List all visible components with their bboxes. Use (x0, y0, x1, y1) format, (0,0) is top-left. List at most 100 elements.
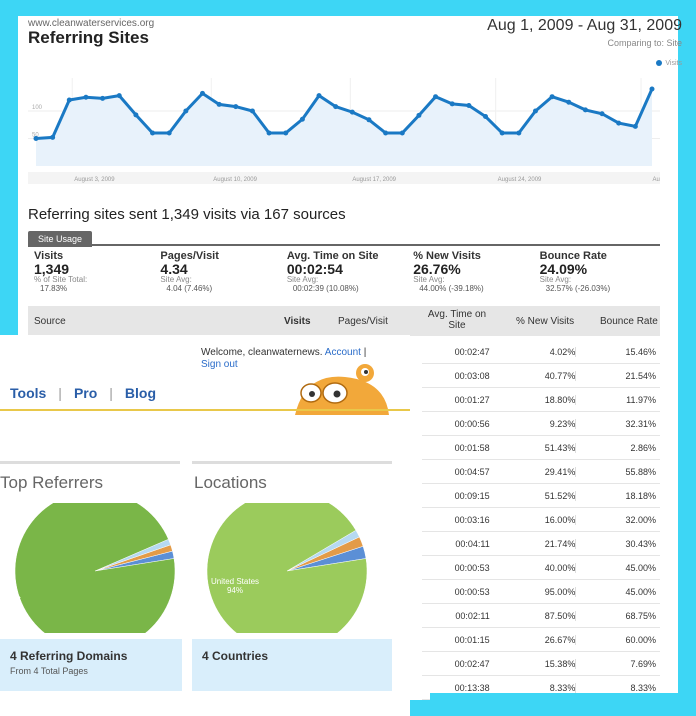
cell-bounce-rate: 15.46% (575, 346, 660, 357)
card-divider (0, 461, 180, 464)
visits-point (333, 104, 339, 110)
table-row[interactable]: 00:03:08 40.77% 21.54% (422, 364, 660, 388)
table-row[interactable]: 00:00:53 40.00% 45.00% (422, 556, 660, 580)
cell-bounce-rate: 68.75% (575, 610, 660, 621)
metric-new-visits: % New Visits 26.76% Site Avg: 44.00% (-3… (407, 250, 533, 293)
x-tick-label: August 17, 2009 (352, 177, 396, 183)
nav-tools[interactable]: Tools (10, 385, 46, 401)
metric-sub2: 17.83% (40, 284, 68, 293)
background-strip (430, 693, 696, 716)
col-new-visits[interactable]: % New Visits (516, 316, 574, 327)
col-avg-time[interactable]: Avg. Time on Site (426, 309, 488, 331)
cell-new-visits: 18.80% (544, 394, 576, 405)
nav-blog[interactable]: Blog (125, 385, 156, 401)
visits-point (216, 101, 222, 107)
cell-new-visits: 9.23% (549, 418, 576, 429)
table-row[interactable]: 00:02:47 15.38% 7.69% (422, 652, 660, 676)
visits-point (283, 130, 289, 136)
metric-sub: Site Avg: (413, 275, 445, 284)
table-row[interactable]: 00:00:53 95.00% 45.00% (422, 580, 660, 604)
cell-bounce-rate: 32.31% (575, 418, 660, 429)
visits-point (483, 114, 489, 119)
x-tick-label: August 3, 2009 (74, 177, 115, 183)
cell-avg-time: 00:09:15 (454, 490, 490, 501)
locations-pie-chart (206, 503, 368, 633)
cell-avg-time: 00:01:27 (454, 394, 490, 405)
report-title: Referring Sites (28, 28, 149, 47)
cell-new-visits: 16.00% (544, 514, 576, 525)
metric-visits: Visits 1,349 % of Site Total: 17.83% (28, 250, 154, 293)
total-pages: From 4 Total Pages (10, 666, 88, 676)
visits-point (499, 130, 505, 136)
table-row[interactable]: 00:09:15 51.52% 18.18% (422, 484, 660, 508)
metric-sub: Site Avg: (160, 275, 192, 284)
col-bounce-rate[interactable]: Bounce Rate (600, 316, 658, 327)
nav-pro[interactable]: Pro (74, 385, 97, 401)
visits-point (366, 117, 372, 123)
pie-label: Direct 96% (0, 595, 21, 613)
visits-point (349, 109, 355, 115)
visits-point (183, 108, 189, 114)
visits-point (133, 112, 139, 118)
visits-point (399, 130, 405, 136)
referring-domains-box[interactable]: 4 Referring Domains From 4 Total Pages (0, 639, 182, 691)
table-row[interactable]: 00:04:11 21.74% 30.43% (422, 532, 660, 556)
cell-bounce-rate: 21.54% (575, 370, 660, 381)
locations-title: Locations (194, 473, 267, 492)
main-nav: Tools | Pro | Blog (10, 385, 157, 401)
visits-point (66, 97, 72, 103)
account-link[interactable]: Account (325, 347, 361, 358)
table-row[interactable]: 00:00:56 9.23% 32.31% (422, 412, 660, 436)
metrics-row: Visits 1,349 % of Site Total: 17.83% Pag… (28, 250, 660, 293)
cell-avg-time: 00:02:47 (454, 346, 490, 357)
cell-new-visits: 51.52% (544, 490, 576, 501)
cell-bounce-rate: 7.69% (575, 658, 660, 669)
metric-avg-time: Avg. Time on Site 00:02:54 Site Avg: 00:… (281, 250, 407, 293)
y-tick-label: 100 (32, 105, 43, 111)
signout-link[interactable]: Sign out (201, 359, 238, 370)
col-source[interactable]: Source (34, 316, 66, 327)
visits-point (383, 130, 389, 136)
table-row[interactable]: 00:04:57 29.41% 55.88% (422, 460, 660, 484)
metric-sub: Site Avg: (539, 275, 572, 284)
metric-value: 1,349 (34, 261, 70, 277)
cell-bounce-rate: 11.97% (575, 394, 660, 405)
visits-point (449, 101, 455, 107)
cell-new-visits: 21.74% (544, 538, 576, 549)
date-range[interactable]: Aug 1, 2009 - Aug 31, 2009 (487, 17, 682, 35)
visits-point (549, 94, 555, 100)
cell-bounce-rate: 45.00% (575, 562, 660, 573)
referring-domains-count: 4 Referring Domains (10, 649, 128, 663)
visits-point (566, 99, 572, 105)
visits-point (632, 123, 638, 129)
x-axis-band (28, 172, 660, 184)
cell-avg-time: 00:01:15 (454, 634, 490, 645)
table-row[interactable]: 00:01:27 18.80% 11.97% (422, 388, 660, 412)
visits-point (649, 86, 655, 92)
metric-value: 24.09% (539, 261, 588, 277)
col-visits[interactable]: Visits (284, 316, 311, 327)
visits-point (233, 104, 239, 110)
table-row[interactable]: 00:02:11 87.50% 68.75% (422, 604, 660, 628)
col-pages-visit[interactable]: Pages/Visit (338, 316, 388, 327)
table-row[interactable]: 00:03:16 16.00% 32.00% (422, 508, 660, 532)
table-row[interactable]: 00:02:47 4.02% 15.46% (422, 340, 660, 364)
card-divider (192, 461, 392, 464)
cell-avg-time: 00:02:11 (455, 610, 490, 621)
cell-bounce-rate: 30.43% (575, 538, 660, 549)
cell-avg-time: 00:00:56 (454, 418, 490, 429)
table-row[interactable]: 00:01:15 26.67% 60.00% (422, 628, 660, 652)
cell-bounce-rate: 8.33% (575, 682, 660, 693)
cell-new-visits: 40.77% (544, 370, 576, 381)
visits-point (33, 136, 39, 141)
countries-box[interactable]: 4 Countries (192, 639, 392, 691)
visits-point (166, 130, 172, 136)
visits-point (50, 134, 56, 140)
top-referrers-title: Top Referrers (0, 473, 103, 492)
cell-avg-time: 00:03:08 (454, 370, 490, 381)
visits-point (83, 94, 89, 100)
table-row[interactable]: 00:01:58 51.43% 2.86% (422, 436, 660, 460)
cell-new-visits: 87.50% (544, 610, 576, 621)
cell-avg-time: 00:02:47 (454, 658, 490, 669)
visits-point (316, 93, 322, 99)
